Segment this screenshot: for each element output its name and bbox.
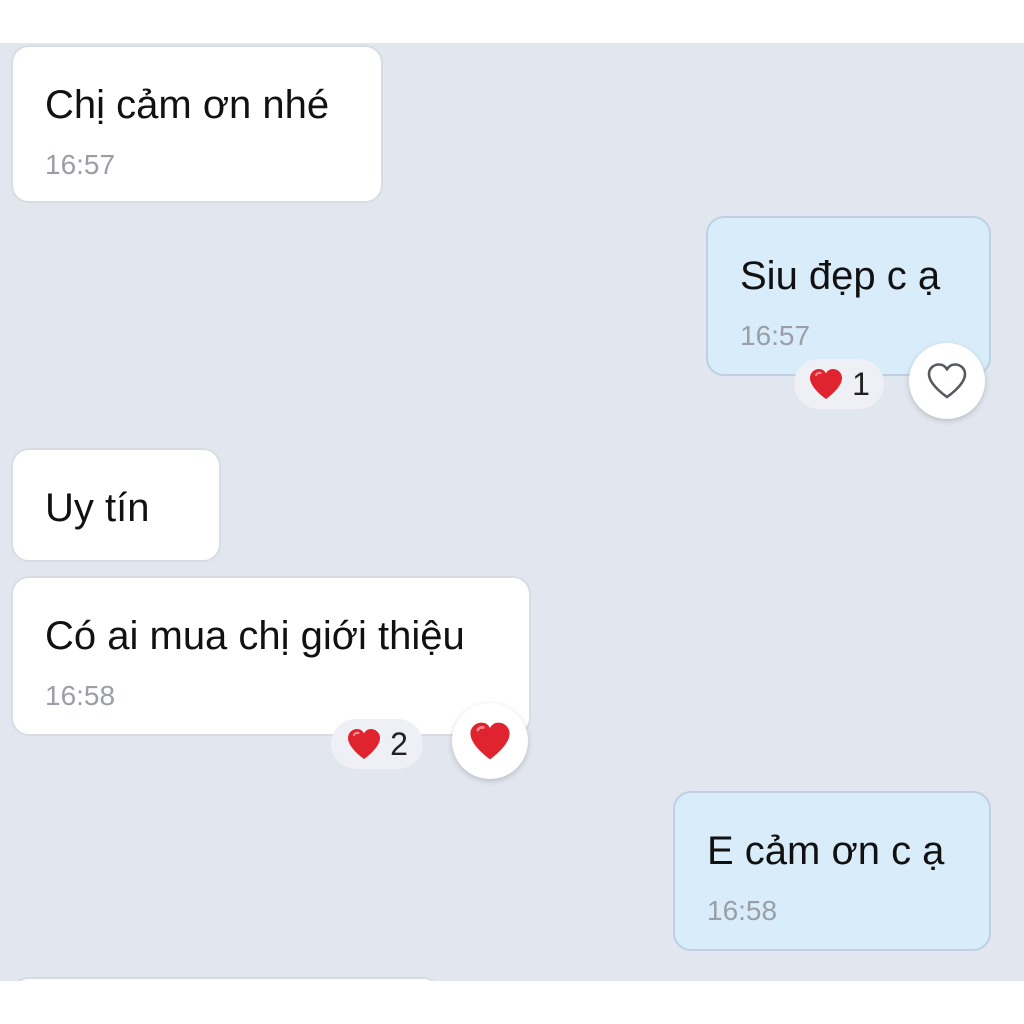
reaction-button[interactable] xyxy=(909,343,985,419)
message-text: Có ai mua chị giới thiệu xyxy=(45,614,465,658)
reaction-count: 1 xyxy=(852,366,870,402)
message-timestamp: 16:57 xyxy=(45,149,116,180)
message-text: Siu đẹp c ạ xyxy=(740,254,941,298)
message-text: Uy tín xyxy=(45,486,150,530)
message-text: E cảm ơn c ạ xyxy=(707,829,945,873)
reaction-button[interactable] xyxy=(452,703,528,779)
reaction-summary[interactable]: 1 xyxy=(794,359,884,409)
heart-emoji-icon xyxy=(348,729,381,759)
heart-emoji-icon xyxy=(810,369,843,399)
reaction-summary[interactable]: 2 xyxy=(331,719,423,769)
heart-outline-icon xyxy=(927,363,967,399)
incoming-message[interactable]: Chị cảm ơn nhé 16:57 xyxy=(11,45,383,203)
chat-message-list[interactable]: Chị cảm ơn nhé 16:57 Siu đẹp c ạ 16:57 1… xyxy=(0,43,1024,981)
bottom-bar xyxy=(0,981,1024,1024)
reaction-count: 2 xyxy=(390,726,408,762)
message-timestamp: 16:58 xyxy=(45,680,116,711)
heart-filled-icon xyxy=(470,722,510,760)
top-bar xyxy=(0,0,1024,43)
incoming-message[interactable]: Uy tín xyxy=(11,448,221,562)
message-text: Chị cảm ơn nhé xyxy=(45,83,330,127)
outgoing-message[interactable]: E cảm ơn c ạ 16:58 xyxy=(673,791,991,951)
incoming-message[interactable]: Có ai mua chị giới thiệu 16:58 xyxy=(11,576,531,736)
message-timestamp: 16:57 xyxy=(740,320,811,351)
message-timestamp: 16:58 xyxy=(707,895,778,926)
